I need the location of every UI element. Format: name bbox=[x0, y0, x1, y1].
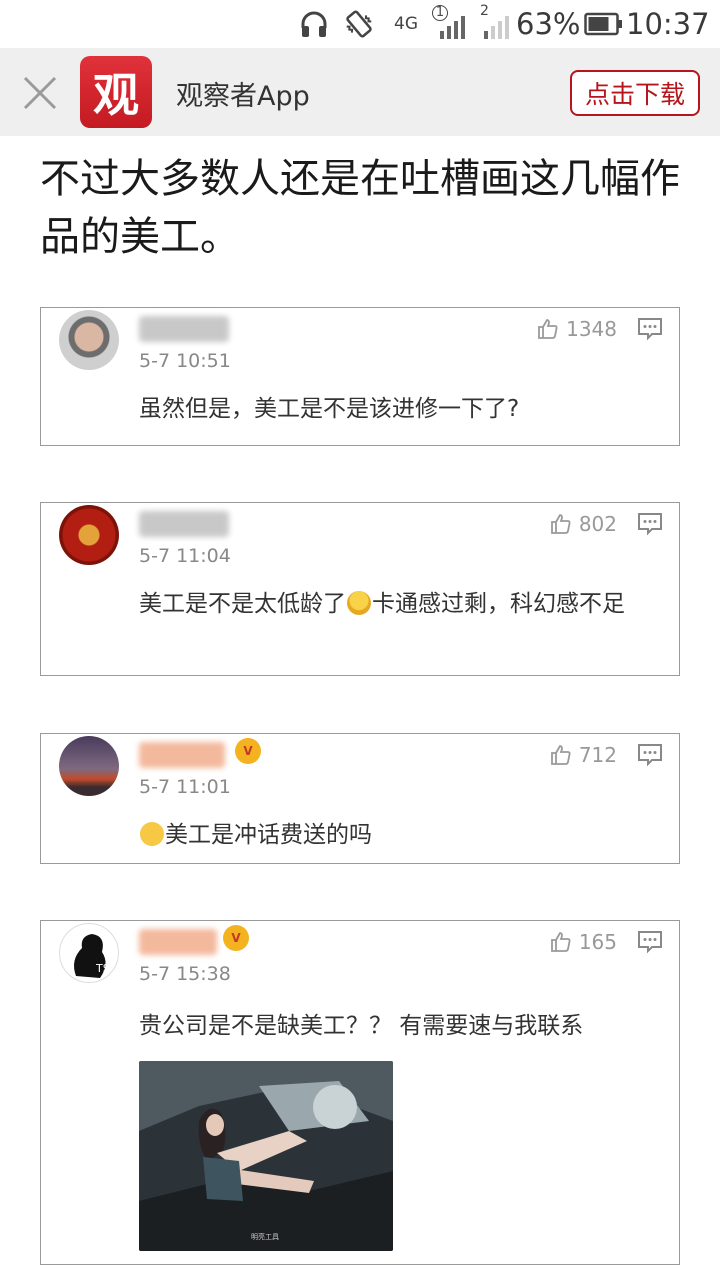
comment-time: 5-7 10:51 bbox=[139, 350, 231, 372]
username-blurred[interactable] bbox=[139, 929, 217, 955]
avatar[interactable] bbox=[59, 505, 119, 565]
reply-icon[interactable] bbox=[637, 929, 663, 955]
clock: 10:37 bbox=[626, 7, 710, 41]
comment-time: 5-7 15:38 bbox=[139, 963, 231, 985]
comment-text: 虽然但是，美工是不是该进修一下了? bbox=[139, 396, 520, 422]
signal-sim1-icon: 1 bbox=[432, 0, 470, 48]
username-blurred[interactable] bbox=[139, 511, 229, 537]
status-bar: 4G 1 2 63% 10:37 bbox=[0, 0, 720, 48]
battery-icon bbox=[584, 0, 624, 48]
signal-sim2-icon: 2 bbox=[478, 0, 514, 48]
avatar[interactable] bbox=[59, 736, 119, 796]
close-icon[interactable] bbox=[22, 75, 58, 111]
comment-card: V 5-7 11:01 712 美工是冲话费送的吗 bbox=[40, 733, 680, 864]
reply-icon[interactable] bbox=[637, 511, 663, 537]
svg-text:TS: TS bbox=[95, 962, 110, 975]
network-type-indicator: 4G bbox=[394, 14, 418, 34]
crying-laughing-emoji-icon bbox=[347, 591, 371, 615]
thumbs-up-icon bbox=[550, 932, 571, 952]
image-caption: 明亮工具 bbox=[251, 1232, 279, 1241]
app-logo[interactable]: 观 bbox=[80, 56, 152, 128]
shocked-emoji-icon bbox=[140, 822, 164, 846]
comment-time: 5-7 11:04 bbox=[139, 545, 231, 567]
avatar[interactable] bbox=[59, 310, 119, 370]
vip-badge-icon: V bbox=[235, 738, 261, 764]
comment-text: 贵公司是不是缺美工？？ 有需要速与我联系 bbox=[139, 1013, 584, 1039]
like-button[interactable]: 165 bbox=[549, 929, 617, 955]
like-count: 165 bbox=[578, 930, 617, 954]
like-count: 1348 bbox=[566, 317, 617, 341]
like-button[interactable]: 1348 bbox=[536, 316, 617, 342]
vibrate-icon bbox=[342, 0, 376, 48]
like-count: 712 bbox=[578, 743, 617, 767]
comment-text: 美工是不是太低龄了 卡通感过剩，科幻感不足 bbox=[139, 591, 625, 617]
thumbs-up-icon bbox=[550, 745, 571, 765]
app-download-banner: 观 观察者App 点击下载 bbox=[0, 48, 720, 136]
comment-image[interactable]: 明亮工具 bbox=[139, 1061, 393, 1251]
like-count: 802 bbox=[578, 512, 617, 536]
comment-card: TS V 5-7 15:38 165 贵公司是不是缺美工？？ 有需要速与我联系 … bbox=[40, 920, 680, 1265]
username-blurred[interactable] bbox=[139, 316, 229, 342]
reply-icon[interactable] bbox=[637, 742, 663, 768]
username-blurred[interactable] bbox=[139, 742, 225, 768]
like-button[interactable]: 712 bbox=[549, 742, 617, 768]
download-button[interactable]: 点击下载 bbox=[570, 70, 700, 116]
comment-card: 5-7 10:51 1348 虽然但是，美工是不是该进修一下了? bbox=[40, 307, 680, 446]
app-name: 观察者App bbox=[176, 81, 310, 112]
like-button[interactable]: 802 bbox=[549, 511, 617, 537]
headphones-icon bbox=[298, 0, 330, 48]
reply-icon[interactable] bbox=[637, 316, 663, 342]
article-text: 不过大多数人还是在吐槽画这几幅作品的美工。 bbox=[40, 156, 680, 260]
thumbs-up-icon bbox=[550, 514, 571, 534]
comment-time: 5-7 11:01 bbox=[139, 776, 231, 798]
thumbs-up-icon bbox=[538, 319, 558, 339]
battery-percent: 63% bbox=[516, 7, 581, 41]
vip-badge-icon: V bbox=[223, 925, 249, 951]
comment-card: 5-7 11:04 802 美工是不是太低龄了 卡通感过剩，科幻感不足 bbox=[40, 502, 680, 676]
comment-text: 美工是冲话费送的吗 bbox=[139, 814, 669, 856]
avatar[interactable]: TS bbox=[59, 923, 119, 983]
